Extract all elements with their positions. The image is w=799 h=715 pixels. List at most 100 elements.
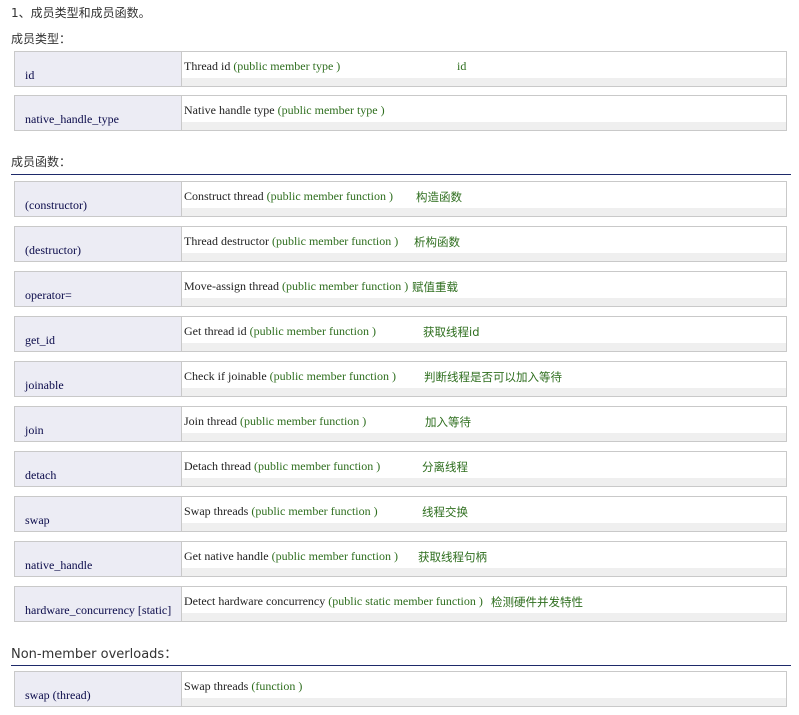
table-row: native_handle Get native handle (public …	[14, 541, 787, 577]
section-label-nonmember: Non-member overloads：	[11, 647, 178, 662]
desc-kind: (public member function )	[251, 504, 378, 518]
row-stripe	[182, 433, 786, 441]
member-name-link[interactable]: detach	[25, 468, 56, 483]
row-stripe	[182, 208, 786, 216]
desc-line: Native handle type (public member type )	[184, 103, 385, 118]
desc-text: Check if joinable	[184, 369, 267, 383]
member-name-link[interactable]: joinable	[25, 378, 64, 393]
heading-top: 1、成员类型和成员函数。	[11, 6, 151, 20]
desc-kind: (public member function )	[271, 549, 398, 563]
table-row: swap (thread) Swap threads (function )	[14, 671, 787, 707]
member-name-cell: id	[15, 52, 182, 86]
table-row: get_id Get thread id (public member func…	[14, 316, 787, 352]
member-name-link[interactable]: join	[25, 423, 44, 438]
desc-kind: (public member function )	[269, 369, 396, 383]
member-desc-cell: Check if joinable (public member functio…	[182, 362, 786, 396]
row-stripe	[182, 122, 786, 130]
desc-kind: (public member type )	[277, 103, 385, 117]
member-desc-cell: Move-assign thread (public member functi…	[182, 272, 786, 306]
desc-kind: (function )	[251, 679, 303, 693]
desc-text: Get native handle	[184, 549, 269, 563]
member-name-cell: get_id	[15, 317, 182, 351]
member-name-link[interactable]: operator=	[25, 288, 72, 303]
desc-note: 获取线程id	[423, 325, 480, 339]
desc-text: Thread id	[184, 59, 231, 73]
desc-text: Construct thread	[184, 189, 264, 203]
desc-text: Detect hardware concurrency	[184, 594, 326, 608]
desc-text: Move-assign thread	[184, 279, 279, 293]
member-name-cell: hardware_concurrency [static]	[15, 587, 182, 621]
desc-text: Thread destructor	[184, 234, 269, 248]
member-name-cell: (constructor)	[15, 182, 182, 216]
desc-note: 检测硬件并发特性	[491, 595, 583, 609]
desc-kind: (public member type )	[233, 59, 341, 73]
desc-line: Get native handle (public member functio…	[184, 549, 398, 564]
member-name-cell: swap	[15, 497, 182, 531]
desc-line: Join thread (public member function )	[184, 414, 366, 429]
desc-note: 判断线程是否可以加入等待	[424, 370, 562, 384]
section-label-functions: 成员函数：	[11, 155, 72, 169]
table-row: (destructor) Thread destructor (public m…	[14, 226, 787, 262]
member-name-link[interactable]: (destructor)	[25, 243, 81, 258]
desc-kind: (public member function )	[253, 459, 381, 473]
member-desc-cell: Detach thread (public member function ) …	[182, 452, 786, 486]
desc-line: Swap threads (function )	[184, 679, 302, 694]
desc-note: 赋值重载	[412, 280, 458, 294]
member-desc-cell: Swap threads (function )	[182, 672, 786, 706]
desc-note: id	[457, 59, 467, 73]
desc-note: 析构函数	[414, 235, 460, 249]
desc-note: 加入等待	[425, 415, 471, 429]
desc-text: Swap threads	[184, 504, 249, 518]
table-row: detach Detach thread (public member func…	[14, 451, 787, 487]
desc-note: 构造函数	[416, 190, 462, 204]
member-name-link[interactable]: native_handle_type	[25, 112, 119, 127]
member-name-link[interactable]: native_handle	[25, 558, 92, 573]
member-name-link[interactable]: (constructor)	[25, 198, 87, 213]
member-desc-cell: Thread id (public member type ) id	[182, 52, 786, 86]
member-name-link[interactable]: id	[25, 68, 34, 83]
table-row: hardware_concurrency [static] Detect har…	[14, 586, 787, 622]
row-stripe	[182, 613, 786, 621]
desc-kind: (public member function )	[271, 234, 399, 248]
row-stripe	[182, 478, 786, 486]
section-label-types: 成员类型：	[11, 32, 72, 46]
desc-note: 线程交换	[422, 505, 468, 519]
table-row: join Join thread (public member function…	[14, 406, 787, 442]
desc-text: Get thread id	[184, 324, 247, 338]
member-name-cell: detach	[15, 452, 182, 486]
row-stripe	[182, 523, 786, 531]
member-desc-cell: Thread destructor (public member functio…	[182, 227, 786, 261]
member-desc-cell: Detect hardware concurrency (public stat…	[182, 587, 786, 621]
desc-text: Detach thread	[184, 459, 251, 473]
member-name-link[interactable]: swap (thread)	[25, 688, 91, 703]
desc-line: Construct thread (public member function…	[184, 189, 393, 204]
member-name-cell: native_handle	[15, 542, 182, 576]
table-row: joinable Check if joinable (public membe…	[14, 361, 787, 397]
member-name-link[interactable]: swap	[25, 513, 50, 528]
row-stripe	[182, 78, 786, 86]
desc-text: Join thread	[184, 414, 237, 428]
member-name-cell: (destructor)	[15, 227, 182, 261]
member-desc-cell: Construct thread (public member function…	[182, 182, 786, 216]
member-name-cell: native_handle_type	[15, 96, 182, 130]
section-divider	[11, 174, 791, 175]
table-row: (constructor) Construct thread (public m…	[14, 181, 787, 217]
member-name-link[interactable]: hardware_concurrency [static]	[25, 603, 171, 618]
row-stripe	[182, 298, 786, 306]
desc-text: Native handle type	[184, 103, 275, 117]
member-desc-cell: Swap threads (public member function ) 线…	[182, 497, 786, 531]
desc-note: 获取线程句柄	[418, 550, 487, 564]
desc-line: Detach thread (public member function )	[184, 459, 380, 474]
member-desc-cell: Join thread (public member function ) 加入…	[182, 407, 786, 441]
table-row: operator= Move-assign thread (public mem…	[14, 271, 787, 307]
table-row: id Thread id (public member type ) id	[14, 51, 787, 87]
row-stripe	[182, 253, 786, 261]
member-name-cell: operator=	[15, 272, 182, 306]
member-desc-cell: Get thread id (public member function ) …	[182, 317, 786, 351]
member-name-link[interactable]: get_id	[25, 333, 55, 348]
section-divider	[11, 665, 791, 666]
desc-line: Thread destructor (public member functio…	[184, 234, 398, 249]
desc-kind: (public member function )	[266, 189, 393, 203]
desc-line: Detect hardware concurrency (public stat…	[184, 594, 483, 609]
member-desc-cell: Get native handle (public member functio…	[182, 542, 786, 576]
